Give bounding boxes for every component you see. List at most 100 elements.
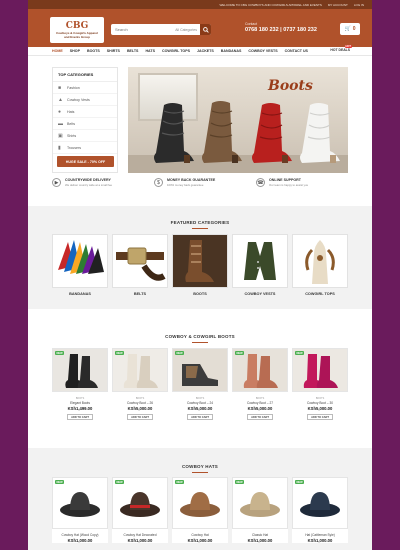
nav-belts[interactable]: BELTS bbox=[127, 49, 139, 53]
category-card-cowgirl-tops[interactable]: COWGIRL TOPS bbox=[292, 234, 348, 296]
category-label: COWBOY VESTS bbox=[244, 292, 276, 296]
boot-brown bbox=[202, 101, 242, 163]
product-name[interactable]: Cowboy Hat bbox=[172, 533, 228, 537]
nav-hot-deals[interactable]: HOT DEALS HOT bbox=[330, 45, 352, 52]
category-card-boots[interactable]: BOOTS bbox=[172, 234, 228, 296]
bandanas-image bbox=[52, 234, 108, 288]
add-to-cart-button[interactable]: ADD TO CART bbox=[247, 414, 273, 420]
category-fashion[interactable]: ■ Fashion bbox=[53, 82, 117, 94]
hot-badge: HOT bbox=[344, 45, 352, 48]
nav-boots[interactable]: BOOTS bbox=[87, 49, 100, 53]
feature-money-back: $ MONEY BACK GUARANTEE 100% money back gu… bbox=[154, 178, 246, 198]
nav-cowgirl-tops[interactable]: COWGIRL TOPS bbox=[162, 49, 190, 53]
feature-subtitle: We deliver country wide at a small fee bbox=[65, 183, 113, 187]
fashion-icon: ■ bbox=[58, 84, 62, 91]
product-card[interactable]: NEW Cowboy Hat (Wood Copy) KSh1,000.00 bbox=[52, 477, 108, 543]
product-card[interactable]: NEW Hat (Cattleman Syle) KSh1,000.00 bbox=[292, 477, 348, 543]
add-to-cart-button[interactable]: ADD TO CART bbox=[307, 414, 333, 420]
product-card[interactable]: NEW Cowboy Hat Decorated KSh1,000.00 bbox=[112, 477, 168, 543]
category-shirts[interactable]: ▣ Shirts bbox=[53, 130, 117, 142]
product-image: NEW bbox=[172, 348, 228, 392]
product-category: BOOTS bbox=[195, 397, 205, 400]
product-card[interactable]: NEW BOOTS Cowboy Boot – 26 KSh5,000.00 A… bbox=[112, 348, 168, 420]
product-image: NEW bbox=[112, 348, 168, 392]
category-trousers[interactable]: ▮ Trousers bbox=[53, 142, 117, 154]
hot-deals-label: HOT DEALS bbox=[330, 48, 350, 52]
nav-bandanas[interactable]: BANDANAS bbox=[221, 49, 242, 53]
hero-boots-image bbox=[154, 101, 340, 163]
new-badge: NEW bbox=[115, 351, 125, 355]
category-cowboy-vests[interactable]: ▲ Cowboy Vests bbox=[53, 94, 117, 106]
my-account-link[interactable]: MY ACCOUNT bbox=[328, 3, 348, 7]
product-card[interactable]: NEW Classic Hat KSh1,000.00 bbox=[232, 477, 288, 543]
add-to-cart-button[interactable]: ADD TO CART bbox=[67, 414, 93, 420]
search-icon bbox=[202, 26, 209, 33]
product-name[interactable]: Cowboy Boot – 30 bbox=[292, 401, 348, 405]
main-nav: HOME SHOP BOOTS SHIRTS BELTS HATS COWGIR… bbox=[28, 45, 372, 56]
product-price: KSh1,000.00 bbox=[127, 538, 153, 543]
cart-icon: 🛒 bbox=[344, 26, 351, 32]
product-name[interactable]: Cowboy Boot – 27 bbox=[232, 401, 288, 405]
boot-black bbox=[154, 103, 194, 163]
vest-icon: ▲ bbox=[58, 96, 63, 103]
contact-label: Contact bbox=[245, 22, 258, 26]
huge-sale-button[interactable]: HUGE SALE - 70% OFF bbox=[57, 156, 114, 167]
welcome-text: WELCOME TO CBG COWBOYS AND COWGIRLS APPA… bbox=[219, 2, 322, 7]
category-label: COWGIRL TOPS bbox=[305, 292, 335, 296]
contact-block: Contact 0768 180 232 | 0737 180 232 bbox=[245, 22, 317, 33]
logo-subtitle-2: and Events Group bbox=[64, 34, 90, 39]
new-badge: NEW bbox=[175, 351, 185, 355]
category-hats[interactable]: ● Hats bbox=[53, 106, 117, 118]
category-label: Trousers bbox=[67, 145, 82, 150]
nav-cowboy-vests[interactable]: COWBOY VESTS bbox=[248, 49, 277, 53]
product-price: KSh5,000.00 bbox=[307, 406, 333, 411]
section-title-underline bbox=[192, 228, 208, 229]
boots-section-title: COWBOY & COWGIRL BOOTS bbox=[165, 334, 235, 339]
product-name[interactable]: Hat (Cattleman Syle) bbox=[292, 533, 348, 537]
features-row: ▶ COUNTRYWIDE DELIVERY We deliver country… bbox=[52, 178, 348, 198]
nav-shop[interactable]: SHOP bbox=[70, 49, 80, 53]
product-card[interactable]: NEW BOOTS Cowboy Boot – 27 KSh5,000.00 A… bbox=[232, 348, 288, 420]
feature-delivery: ▶ COUNTRYWIDE DELIVERY We deliver country… bbox=[52, 178, 144, 198]
hero-banner[interactable]: Boots bbox=[128, 67, 348, 173]
product-name[interactable]: Cowboy Hat (Wood Copy) bbox=[52, 533, 108, 537]
category-card-bandanas[interactable]: BANDANAS bbox=[52, 234, 108, 296]
new-badge: NEW bbox=[295, 480, 305, 484]
product-name[interactable]: Cowboy Boot – 24 bbox=[172, 401, 228, 405]
category-belts[interactable]: ▬ Belts bbox=[53, 118, 117, 130]
add-to-cart-button[interactable]: ADD TO CART bbox=[127, 414, 153, 420]
category-label: Cowboy Vests bbox=[67, 97, 90, 102]
top-categories-title: TOP CATEGORIES bbox=[53, 68, 117, 82]
product-name[interactable]: Cowboy Boot – 26 bbox=[112, 401, 168, 405]
product-card[interactable]: NEW BOOTS Cowboy Boot – 24 KSh5,000.00 A… bbox=[172, 348, 228, 420]
product-card[interactable]: NEW BOOTS Elegant Boots KSh1,499.00 ADD … bbox=[52, 348, 108, 420]
nav-home[interactable]: HOME bbox=[52, 49, 63, 53]
search-category-select[interactable]: All Categories bbox=[175, 28, 200, 32]
category-card-belts[interactable]: BELTS bbox=[112, 234, 168, 296]
login-link[interactable]: LOG IN bbox=[354, 3, 364, 7]
nav-contact-us[interactable]: CONTACT US bbox=[285, 49, 308, 53]
product-card[interactable]: NEW BOOTS Cowboy Boot – 30 KSh5,000.00 A… bbox=[292, 348, 348, 420]
site-logo[interactable]: CBG Cowboys & Cowgirls Apparel and Event… bbox=[50, 17, 104, 43]
product-card[interactable]: NEW Cowboy Hat KSh1,000.00 bbox=[172, 477, 228, 543]
product-price: KSh5,000.00 bbox=[247, 406, 273, 411]
category-label: BELTS bbox=[133, 292, 147, 296]
logo-mark: CBG bbox=[65, 20, 89, 31]
featured-categories-title: FEATURED CATEGORIES bbox=[170, 220, 230, 225]
product-name[interactable]: Classic Hat bbox=[232, 533, 288, 537]
search-button[interactable] bbox=[200, 24, 211, 35]
nav-hats[interactable]: HATS bbox=[145, 49, 155, 53]
top-categories-panel: TOP CATEGORIES ■ Fashion ▲ Cowboy Vests ● H… bbox=[52, 67, 118, 173]
add-to-cart-button[interactable]: ADD TO CART bbox=[187, 414, 213, 420]
nav-shirts[interactable]: SHIRTS bbox=[107, 49, 120, 53]
category-card-cowboy-vests[interactable]: COWBOY VESTS bbox=[232, 234, 288, 296]
nav-jackets[interactable]: JACKETS bbox=[197, 49, 214, 53]
shirt-icon: ▣ bbox=[58, 132, 63, 139]
product-price: KSh1,000.00 bbox=[307, 538, 333, 543]
cart-button[interactable]: 🛒 0 bbox=[340, 23, 360, 35]
product-name[interactable]: Elegant Boots bbox=[52, 401, 108, 405]
product-name[interactable]: Cowboy Hat Decorated bbox=[112, 533, 168, 537]
product-image: NEW bbox=[52, 348, 108, 392]
section-title-underline bbox=[192, 472, 208, 473]
search-input[interactable] bbox=[111, 27, 176, 32]
